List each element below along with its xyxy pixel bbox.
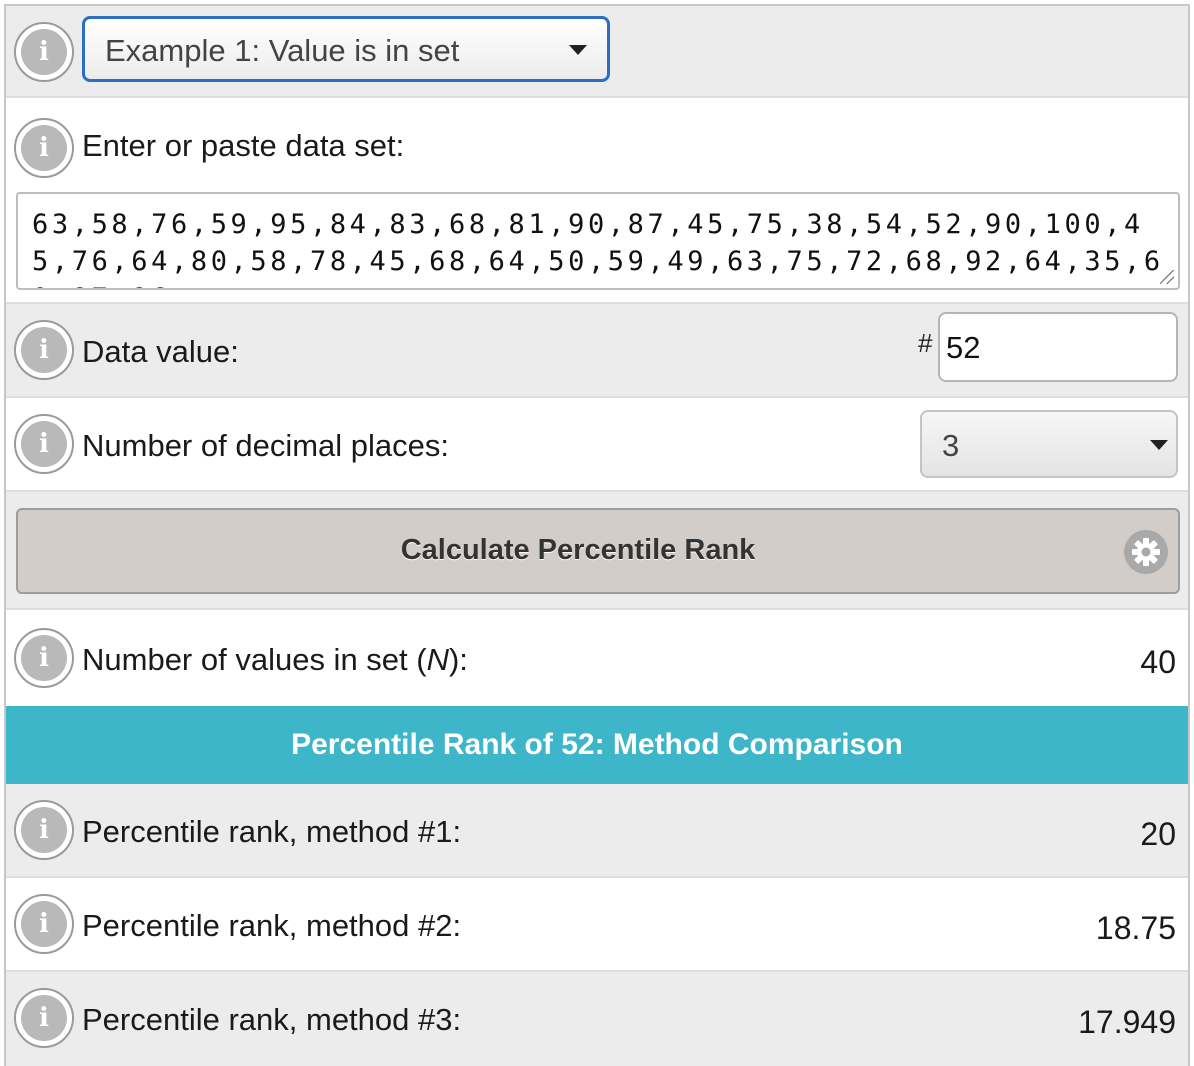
resize-handle[interactable] [1160, 270, 1174, 284]
count-label-prefix: Number of values in set ( [82, 642, 427, 677]
example-select[interactable]: Example 1: Value is in set [82, 16, 610, 82]
count-label: Number of values in set (N): [82, 642, 468, 678]
result-label: Percentile rank, method #2: [82, 908, 462, 943]
info-icon[interactable]: i [14, 414, 74, 474]
result-row: i Percentile rank, method #2: 18.75 [6, 878, 1188, 972]
decimals-label: Number of decimal places: [82, 428, 449, 463]
info-icon[interactable]: i [14, 628, 74, 688]
calculate-button[interactable]: Calculate Percentile Rank [16, 508, 1180, 594]
number-prefix: # [918, 328, 933, 358]
info-icon[interactable]: i [14, 320, 74, 380]
count-row: i Number of values in set (N): 40 [6, 610, 1188, 706]
info-icon[interactable]: i [14, 988, 74, 1048]
example-select-value: Example 1: Value is in set [105, 33, 460, 68]
info-icon[interactable]: i [14, 800, 74, 860]
count-label-variable: N [426, 642, 449, 677]
dataset-label: Enter or paste data set: [82, 128, 405, 163]
count-label-suffix: ): [448, 642, 468, 677]
chevron-down-icon [1150, 440, 1168, 450]
info-icon[interactable]: i [14, 118, 74, 178]
results-header: Percentile Rank of 52: Method Comparison [6, 706, 1188, 784]
data-value-label: Data value: [82, 334, 239, 369]
result-value: 20 [1140, 816, 1176, 852]
chevron-down-icon [569, 45, 587, 55]
results-header-title: Percentile Rank of 52: Method Comparison [291, 728, 903, 761]
info-icon[interactable]: i [14, 22, 74, 82]
result-value: 17.949 [1078, 1004, 1176, 1040]
result-row: i Percentile rank, method #3: 17.949 [6, 972, 1188, 1066]
result-value: 18.75 [1095, 910, 1176, 946]
info-icon[interactable]: i [14, 894, 74, 954]
example-row: i Example 1: Value is in set [6, 6, 1188, 98]
calculate-button-label: Calculate Percentile Rank [400, 534, 756, 566]
decimals-select[interactable]: 3 [920, 410, 1178, 478]
dataset-textarea[interactable]: 63,58,76,59,95,84,83,68,81,90,87,45,75,3… [16, 192, 1180, 290]
decimals-select-value: 3 [942, 428, 960, 463]
count-value: 40 [1140, 644, 1176, 680]
result-label: Percentile rank, method #1: [82, 814, 462, 849]
calculator-panel: i Example 1: Value is in set i Enter or … [4, 4, 1190, 1066]
result-row: i Percentile rank, method #1: 20 [6, 784, 1188, 878]
dataset-text: 63,58,76,59,95,84,83,68,81,90,87,45,75,3… [32, 209, 1164, 288]
result-label: Percentile rank, method #3: [82, 1002, 462, 1037]
data-value-input[interactable]: 52 [938, 312, 1178, 382]
gear-icon[interactable] [1124, 530, 1168, 574]
